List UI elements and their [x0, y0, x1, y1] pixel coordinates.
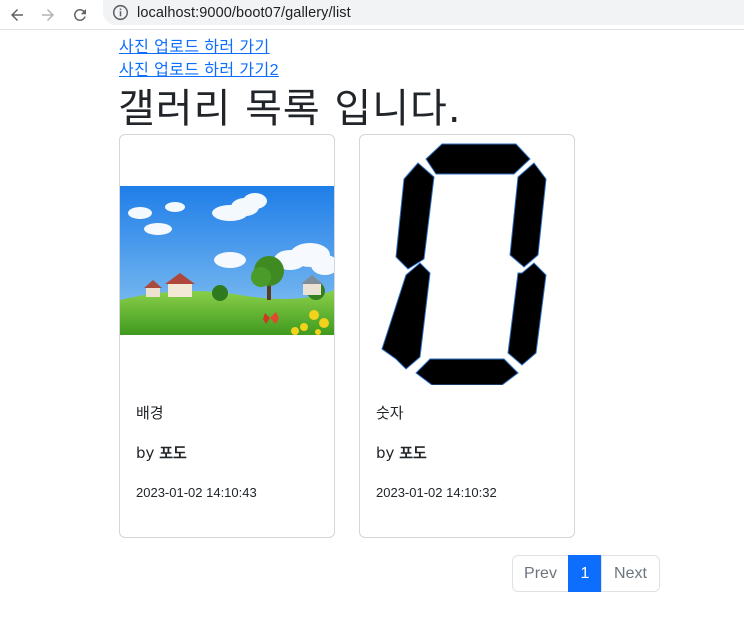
page-title: 갤러리 목록 입니다. [118, 86, 462, 132]
by-label: by [136, 444, 155, 462]
browser-toolbar: localhost:9000/boot07/gallery/list [0, 0, 744, 30]
reload-icon[interactable] [69, 4, 91, 26]
gallery-card[interactable]: 숫자 by 포도 2023-01-02 14:10:32 [359, 134, 575, 538]
next-page-button[interactable]: Next [601, 555, 660, 592]
author-name: 포도 [159, 444, 187, 462]
seven-segment-zero-image[interactable] [360, 135, 574, 386]
forward-arrow-icon[interactable] [37, 4, 59, 26]
back-arrow-icon[interactable] [6, 4, 28, 26]
by-label: by [376, 444, 395, 462]
prev-page-button[interactable]: Prev [512, 555, 569, 592]
card-author: by 포도 [376, 441, 558, 481]
info-icon[interactable] [112, 4, 129, 21]
page-1-button[interactable]: 1 [568, 555, 602, 592]
card-body: 배경 by 포도 2023-01-02 14:10:43 [136, 401, 318, 500]
url-text: localhost:9000/boot07/gallery/list [137, 4, 351, 21]
card-body: 숫자 by 포도 2023-01-02 14:10:32 [376, 401, 558, 500]
address-bar[interactable]: localhost:9000/boot07/gallery/list [103, 0, 744, 25]
landscape-image[interactable] [120, 135, 334, 385]
card-date: 2023-01-02 14:10:32 [376, 485, 497, 500]
card-title: 배경 [136, 404, 164, 422]
card-title: 숫자 [376, 404, 404, 422]
gallery-card[interactable]: 배경 by 포도 2023-01-02 14:10:43 [119, 134, 335, 538]
card-date: 2023-01-02 14:10:43 [136, 485, 257, 500]
card-author: by 포도 [136, 441, 318, 481]
author-name: 포도 [399, 444, 427, 462]
upload-photo-link[interactable]: 사진 업로드 하러 가기 [119, 33, 270, 57]
pagination: Prev 1 Next [512, 555, 660, 592]
